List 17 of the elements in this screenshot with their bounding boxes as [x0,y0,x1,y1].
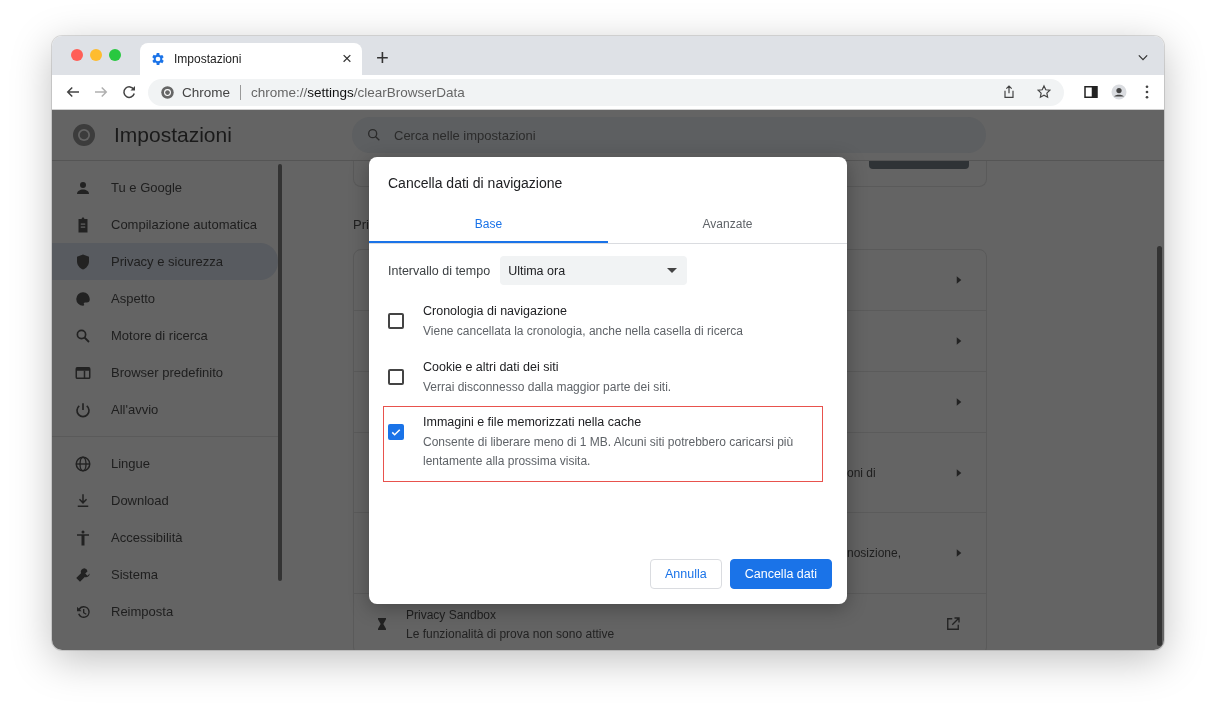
option-title: Immagini e file memorizzati nella cache [423,414,643,430]
row-subtitle: Le funzionalità di prova non sono attive [406,626,615,641]
url-text: chrome://settings/clearBrowserData [251,84,466,100]
dialog-title: Cancella dati di navigazione [387,174,564,191]
option-title: Cookie e altri dati dei siti [423,359,560,375]
site-label: Chrome [182,84,230,100]
option-description: Viene cancellata la cronologia, anche nella casella di ricerca [423,323,744,340]
tab-title: Impostazioni [174,52,243,66]
page-title: Impostazioni [114,123,233,147]
row-text: oni di [847,465,876,480]
row-title: Privacy Sandbox [406,607,498,622]
row-text: nosizione, [847,546,902,560]
option-title: Cronologia di navigazione [423,303,568,319]
option-description: Verrai disconnesso dalla maggior parte dei siti. [423,379,673,396]
option-description: Consente di liberare meno di 1 MB. Alcuni siti potrebbero caricarsi più lentamente alla prossima visita. [423,434,795,470]
field-label: Intervallo di tempo [388,263,491,278]
section-heading: Pri [353,217,369,232]
